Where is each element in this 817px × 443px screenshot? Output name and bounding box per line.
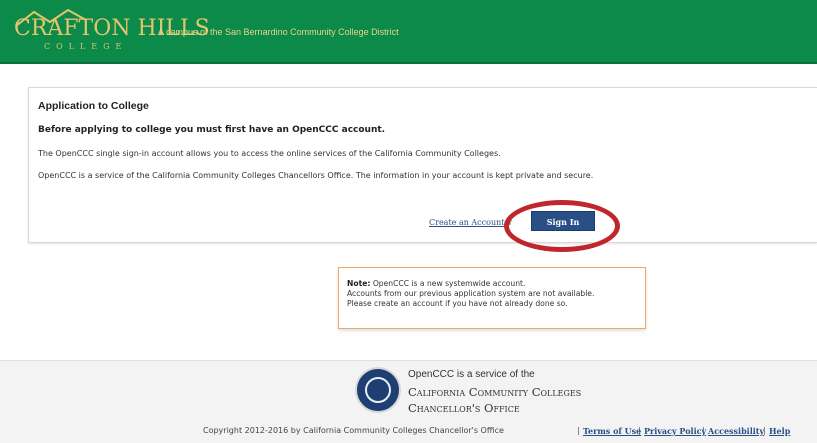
logo-sub-text: COLLEGE [44, 42, 128, 51]
note-line-1: Note: OpenCCC is a new systemwide accoun… [347, 279, 525, 288]
link-separator: | [763, 426, 766, 435]
ccc-name-line-1: California Community Colleges [408, 385, 582, 399]
college-logo[interactable]: CRAFTON HILLS COLLEGE [14, 8, 210, 52]
campus-text: A campus of the San Bernardino Community… [158, 27, 399, 37]
seal-inner-ring [365, 377, 391, 403]
link-separator: | [702, 426, 705, 435]
footer: OpenCCC is a service of the California C… [0, 360, 817, 443]
application-description-1: The OpenCCC single sign-in account allow… [38, 149, 501, 158]
link-separator: | [638, 426, 641, 435]
help-link[interactable]: Help [769, 426, 790, 436]
service-line: OpenCCC is a service of the [408, 369, 535, 380]
header: CRAFTON HILLS COLLEGE A campus of the Sa… [0, 0, 817, 64]
footer-links: | Terms of Use | Privacy Policy | Access… [0, 426, 817, 440]
page-title: Application to College [38, 100, 149, 112]
application-description-2: OpenCCC is a service of the California C… [38, 171, 594, 180]
terms-of-use-link[interactable]: Terms of Use [583, 426, 641, 436]
application-subtitle: Before applying to college you must firs… [38, 125, 386, 135]
note-text-1: OpenCCC is a new systemwide account. [372, 279, 526, 288]
privacy-policy-link[interactable]: Privacy Policy [644, 426, 706, 436]
note-label: Note: [347, 279, 371, 288]
application-panel: Application to College Before applying t… [28, 87, 817, 252]
create-account-link[interactable]: Create an Account [429, 218, 504, 227]
sign-in-button[interactable]: Sign In [531, 211, 595, 231]
link-separator: | [577, 426, 580, 435]
ccc-seal-icon [355, 367, 401, 413]
note-line-2: Accounts from our previous application s… [347, 289, 595, 298]
accessibility-link[interactable]: Accessibility [708, 426, 764, 436]
note-line-3: Please create an account if you have not… [347, 299, 568, 308]
or-text: or [504, 218, 513, 227]
ccc-name-line-2: Chancellor's Office [408, 401, 520, 415]
main-content: Application to College Before applying t… [0, 64, 817, 360]
note-box: Note: OpenCCC is a new systemwide accoun… [338, 267, 646, 329]
